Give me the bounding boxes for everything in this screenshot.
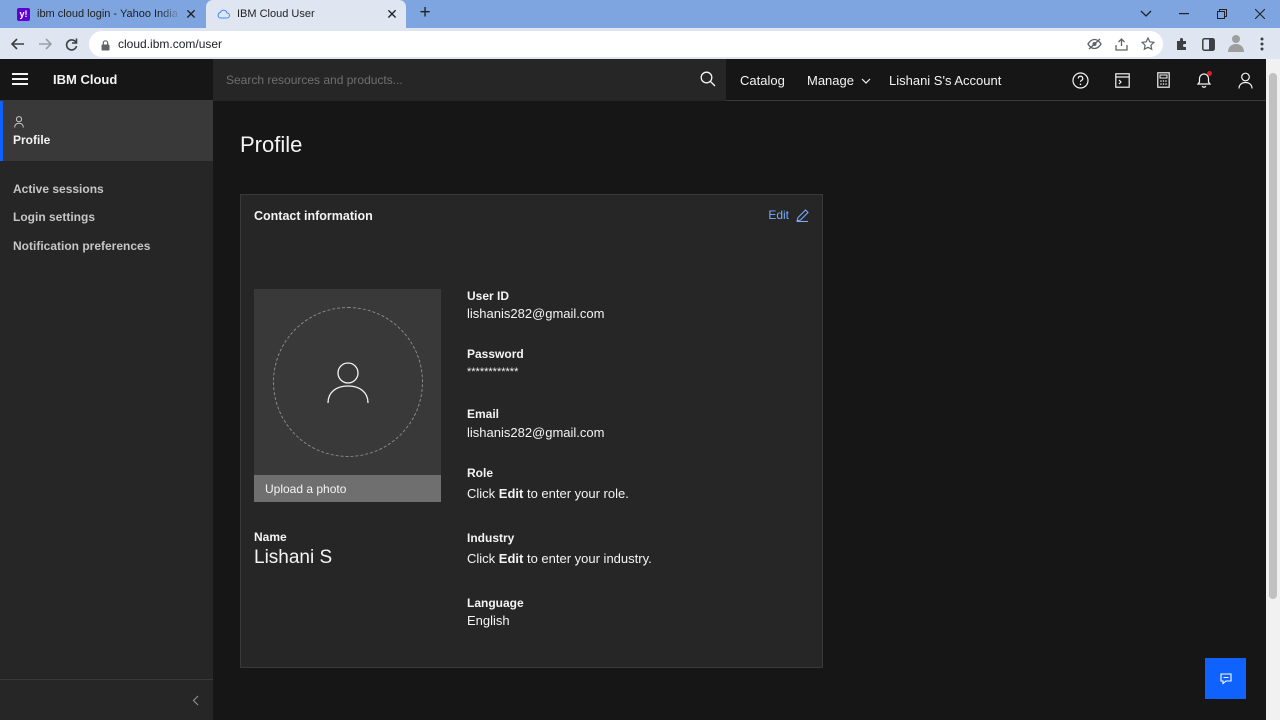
page-scrollbar[interactable]	[1266, 59, 1280, 720]
manage-label: Manage	[807, 73, 854, 88]
manage-menu[interactable]: Manage	[807, 73, 871, 88]
industry-edit-hint: Edit	[498, 551, 524, 566]
ibm-cloud-header: IBM Cloud Search resources and products.…	[0, 59, 1280, 101]
browser-tab-yahoo[interactable]: y! ibm cloud login - Yahoo India Se ✕	[8, 0, 205, 28]
chat-icon	[1219, 672, 1232, 685]
side-panel-icon[interactable]	[1200, 36, 1216, 52]
brand-text: IBM Cloud	[53, 72, 118, 87]
sidebar-item-active-sessions[interactable]: Active sessions	[13, 182, 104, 196]
pencil-icon	[796, 208, 809, 222]
cloud-icon	[217, 8, 230, 21]
contact-information-card: Contact information Edit Upload a photo …	[240, 194, 823, 668]
close-window-icon[interactable]	[1241, 0, 1279, 28]
sidebar-item-login-settings[interactable]: Login settings	[13, 210, 95, 224]
close-tab-icon[interactable]: ✕	[382, 6, 402, 23]
industry-suffix: to enter your industry.	[523, 551, 652, 566]
password-value: ************	[467, 366, 519, 378]
extensions-puzzle-icon[interactable]	[1174, 36, 1190, 52]
browser-toolbar: cloud.ibm.com/user	[0, 28, 1280, 59]
page-title: Profile	[240, 132, 303, 157]
name-value: Lishani S	[254, 547, 333, 568]
yahoo-icon: y!	[17, 7, 30, 21]
chevron-down-icon	[861, 78, 871, 84]
role-label: Role	[467, 466, 494, 480]
search-input[interactable]: Search resources and products...	[226, 73, 403, 87]
name-label: Name	[254, 530, 287, 544]
sidebar-item-profile[interactable]: Profile	[0, 101, 213, 161]
back-arrow-icon[interactable]	[6, 32, 30, 56]
profile-photo: Upload a photo	[254, 289, 441, 502]
collapse-sidebar-chevron-icon[interactable]	[192, 693, 199, 711]
edit-button[interactable]: Edit	[768, 208, 809, 222]
chrome-menu-icon[interactable]	[1254, 36, 1270, 52]
card-title: Contact information	[254, 209, 373, 223]
language-label: Language	[467, 596, 524, 610]
url-text: cloud.ibm.com/user	[118, 37, 223, 51]
ibm-cloud-logo[interactable]: IBM Cloud	[53, 72, 117, 87]
global-search[interactable]: Search resources and products...	[213, 59, 726, 101]
user-id-value: lishanis282@gmail.com	[467, 306, 605, 321]
chat-support-button[interactable]	[1205, 658, 1246, 699]
password-label: Password	[467, 347, 524, 361]
role-edit-hint: Edit	[498, 486, 524, 501]
minimize-window-icon[interactable]	[1165, 0, 1203, 28]
bookmark-star-icon[interactable]	[1140, 36, 1156, 52]
share-icon[interactable]	[1113, 36, 1129, 52]
catalog-link[interactable]: Catalog	[740, 73, 785, 88]
edit-label: Edit	[768, 208, 789, 222]
tab-search-icon[interactable]	[1127, 0, 1165, 28]
browser-tab-strip: y! ibm cloud login - Yahoo India Se ✕ IB…	[0, 0, 1280, 28]
industry-label: Industry	[467, 531, 515, 545]
user-id-label: User ID	[467, 289, 510, 303]
profile-avatar-icon[interactable]	[1227, 33, 1245, 53]
address-bar[interactable]: cloud.ibm.com/user	[89, 31, 1163, 57]
role-value: Click Edit to enter your role.	[467, 486, 629, 501]
email-value: lishanis282@gmail.com	[467, 425, 605, 440]
user-icon	[14, 115, 24, 133]
new-tab-button[interactable]: +	[414, 3, 436, 25]
account-switcher[interactable]: Lishani S's Account	[889, 73, 1001, 88]
tab-title: IBM Cloud User	[237, 8, 315, 20]
role-prefix: Click	[467, 486, 499, 501]
upload-photo-button[interactable]: Upload a photo	[254, 475, 441, 502]
close-tab-icon[interactable]: ✕	[181, 6, 201, 23]
role-suffix: to enter your role.	[523, 486, 629, 501]
industry-prefix: Click	[467, 551, 499, 566]
sidebar-item-label: Profile	[13, 133, 51, 147]
lock-icon[interactable]	[101, 38, 110, 56]
help-icon[interactable]	[1071, 71, 1089, 89]
scrollbar-thumb[interactable]	[1269, 73, 1277, 599]
tab-title: ibm cloud login - Yahoo India Se	[37, 8, 181, 20]
notifications-bell-icon[interactable]	[1195, 71, 1213, 89]
profile-sidebar: Profile Active sessions Login settings N…	[0, 101, 213, 720]
search-icon[interactable]	[700, 71, 716, 92]
browser-tab-ibm-cloud-user[interactable]: IBM Cloud User ✕	[206, 0, 406, 28]
user-profile-icon[interactable]	[1236, 71, 1254, 89]
user-avatar-icon	[327, 362, 369, 404]
sidebar-item-notification-preferences[interactable]: Notification preferences	[13, 239, 150, 253]
cost-estimator-icon[interactable]	[1154, 71, 1172, 89]
industry-value: Click Edit to enter your industry.	[467, 551, 652, 566]
reload-icon[interactable]	[59, 32, 83, 56]
sidebar-footer	[0, 679, 213, 720]
hamburger-menu-icon[interactable]	[12, 73, 28, 87]
avatar-placeholder	[273, 307, 423, 457]
email-label: Email	[467, 407, 500, 421]
restore-window-icon[interactable]	[1203, 0, 1241, 28]
language-value: English	[467, 613, 510, 628]
eye-off-icon[interactable]	[1086, 36, 1102, 52]
cloud-shell-icon[interactable]	[1113, 71, 1131, 89]
forward-arrow-icon[interactable]	[33, 32, 57, 56]
